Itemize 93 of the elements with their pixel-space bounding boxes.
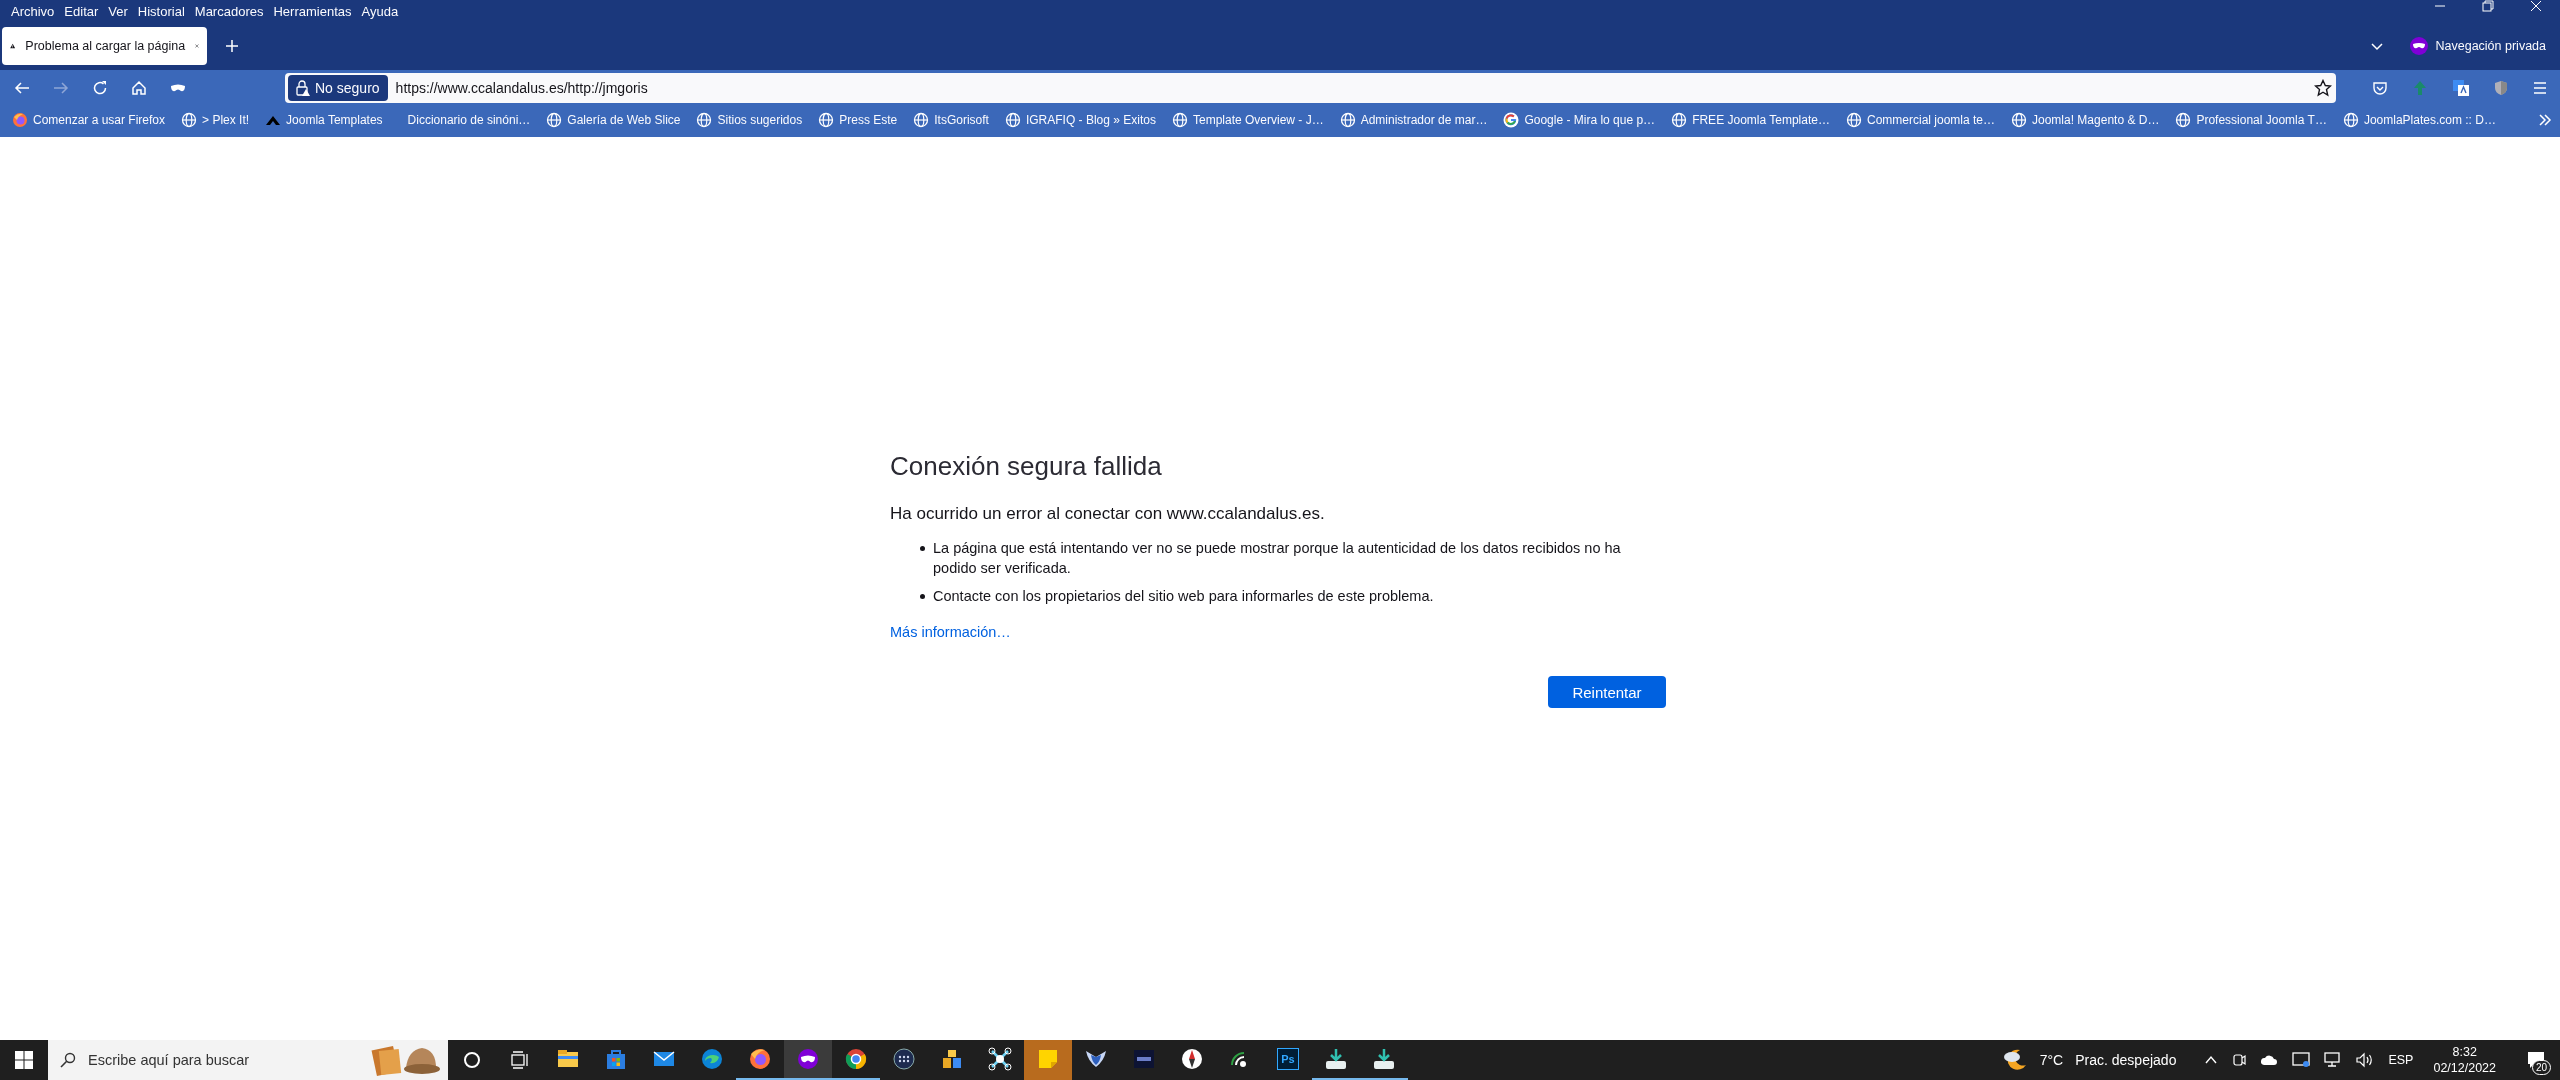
- translate-icon[interactable]: [2452, 79, 2470, 97]
- star-icon[interactable]: [2314, 79, 2332, 97]
- globe-icon: [2175, 112, 2192, 128]
- shopping-bag-icon[interactable]: [604, 1047, 628, 1071]
- globe-icon: [546, 112, 563, 128]
- menu-item[interactable]: Marcadores: [189, 3, 269, 19]
- camera-icon[interactable]: [2232, 1052, 2247, 1068]
- sticky-note-icon[interactable]: [1036, 1047, 1060, 1071]
- photoshop-icon[interactable]: Ps: [1277, 1048, 1299, 1070]
- error-title: Conexión segura fallida: [890, 451, 1162, 482]
- mask-icon[interactable]: [796, 1047, 820, 1071]
- home-icon[interactable]: [131, 80, 147, 96]
- bookmark-item[interactable]: Comenzar a usar Firefox: [12, 112, 166, 128]
- bookmark-item[interactable]: > Plex It!: [181, 112, 250, 128]
- menu-item[interactable]: Ayuda: [356, 3, 404, 19]
- tablet-icon[interactable]: [2292, 1052, 2311, 1068]
- circle-icon[interactable]: [463, 1051, 481, 1069]
- back-icon[interactable]: [14, 80, 30, 96]
- reload-icon[interactable]: [92, 80, 108, 96]
- menu-item[interactable]: Historial: [132, 3, 190, 19]
- globe-icon: [1671, 112, 1688, 128]
- weather-temperature[interactable]: 7°C: [2039, 1052, 2064, 1068]
- bookmark-item[interactable]: Commercial joomla te…: [1845, 112, 1995, 128]
- more-info-link[interactable]: Más información…: [890, 624, 1011, 640]
- weather-condition[interactable]: Prac. despejado: [2075, 1052, 2177, 1068]
- globe-icon: [818, 112, 835, 128]
- bullet-icon: [920, 594, 925, 599]
- clock[interactable]: 8:32 02/12/2022: [2433, 1044, 2496, 1076]
- globe-icon: [696, 112, 713, 128]
- bookmark-item[interactable]: Sitios sugeridos: [696, 112, 803, 128]
- task-view-icon[interactable]: [510, 1051, 530, 1069]
- bookmark-item[interactable]: FREE Joomla Template…: [1671, 112, 1830, 128]
- globe-icon: [181, 112, 198, 128]
- bookmark-item[interactable]: Joomla Templates: [265, 112, 383, 128]
- dark-square-icon[interactable]: [1132, 1047, 1156, 1071]
- bookmark-item[interactable]: IGRAFIQ - Blog » Exitos: [1004, 112, 1156, 128]
- menu-item[interactable]: Ver: [103, 3, 133, 19]
- bookmark-item[interactable]: Galería de Web Slice: [546, 112, 681, 128]
- language-indicator[interactable]: ESP: [2388, 1053, 2414, 1067]
- bookmark-item[interactable]: ItsGorisoft: [913, 112, 989, 128]
- bullet-icon: [920, 546, 925, 551]
- bookmark-item[interactable]: Google - Mira lo que p…: [1503, 112, 1656, 128]
- mask-icon: [2409, 37, 2428, 55]
- globe-icon: [913, 112, 930, 128]
- url-text: https://www.ccalandalus.es/http://jmgoris: [395, 80, 649, 96]
- download-icon[interactable]: [1372, 1047, 1396, 1071]
- shield-icon[interactable]: [2494, 80, 2508, 96]
- search-icon: [60, 1052, 76, 1068]
- bookmark-item[interactable]: Template Overview - J…: [1171, 112, 1324, 128]
- globe-icon: [2342, 112, 2359, 128]
- boxes-icon[interactable]: [940, 1047, 964, 1071]
- chevrons-right-icon[interactable]: [2538, 113, 2552, 127]
- address-bar[interactable]: No seguro https://www.ccalandalus.es/http://jmgoris: [285, 73, 2336, 103]
- menu-item[interactable]: Herramientas: [268, 3, 357, 19]
- pocket-icon[interactable]: [2372, 80, 2388, 96]
- plus-icon[interactable]: [225, 39, 239, 53]
- network-icon[interactable]: [2324, 1052, 2343, 1068]
- windows-logo-icon[interactable]: [15, 1051, 33, 1069]
- edge-icon[interactable]: [700, 1047, 724, 1071]
- globe-icon: [1339, 112, 1356, 128]
- browser-tab[interactable]: Problema al cargar la página: [2, 27, 207, 65]
- error-detail: La página que está intentando ver no se puede mostrar porque la autenticidad de los datos recibidos no ha podido ser verificada.: [933, 539, 1622, 578]
- google-icon: [1503, 112, 1520, 128]
- private-browsing-label: Navegación privada: [2435, 39, 2546, 53]
- drone-icon[interactable]: [988, 1047, 1012, 1071]
- cloud-icon[interactable]: [2260, 1053, 2279, 1067]
- chrome-icon[interactable]: [844, 1047, 868, 1071]
- retry-button[interactable]: Reintentar: [1548, 676, 1666, 708]
- bookmark-item[interactable]: Diccionario de sinóni…: [398, 113, 531, 127]
- download-icon[interactable]: [1324, 1047, 1348, 1071]
- menu-item[interactable]: Archivo: [6, 3, 60, 19]
- error-detail: Contacte con los propietarios del sitio web para informarles de este problema.: [933, 587, 1434, 606]
- error-heading: Ha ocurrido un error al conectar con www.ccalandalus.es.: [890, 504, 1325, 524]
- bookmark-item[interactable]: Administrador de mar…: [1339, 112, 1488, 128]
- lock-warning-icon: [296, 80, 310, 96]
- bookmark-item[interactable]: Professional Joomla T…: [2175, 112, 2327, 128]
- menu-item[interactable]: Editar: [59, 3, 104, 19]
- speaker-icon[interactable]: [2356, 1052, 2375, 1068]
- globe-icon: [1845, 112, 1862, 128]
- compass-icon[interactable]: [1180, 1047, 1204, 1071]
- dialpad-icon[interactable]: [892, 1047, 916, 1071]
- globe-icon: [1171, 112, 1188, 128]
- firefox-icon[interactable]: [748, 1047, 772, 1071]
- menu-icon[interactable]: [2532, 80, 2548, 96]
- taskbar-search-field[interactable]: Escribe aquí para buscar: [48, 1040, 448, 1080]
- globe-icon: [1004, 112, 1021, 128]
- moon-cloud-icon: [2001, 1047, 2028, 1073]
- firefox-icon: [12, 112, 28, 128]
- bookmark-item[interactable]: JoomlaPlates.com :: D…: [2342, 112, 2496, 128]
- bookmark-item[interactable]: Joomla! Magento & D…: [2011, 112, 2160, 128]
- globe-icon: [2011, 112, 2027, 128]
- bookmark-item[interactable]: Press Este: [818, 112, 898, 128]
- notification-count: 20: [2531, 1060, 2551, 1075]
